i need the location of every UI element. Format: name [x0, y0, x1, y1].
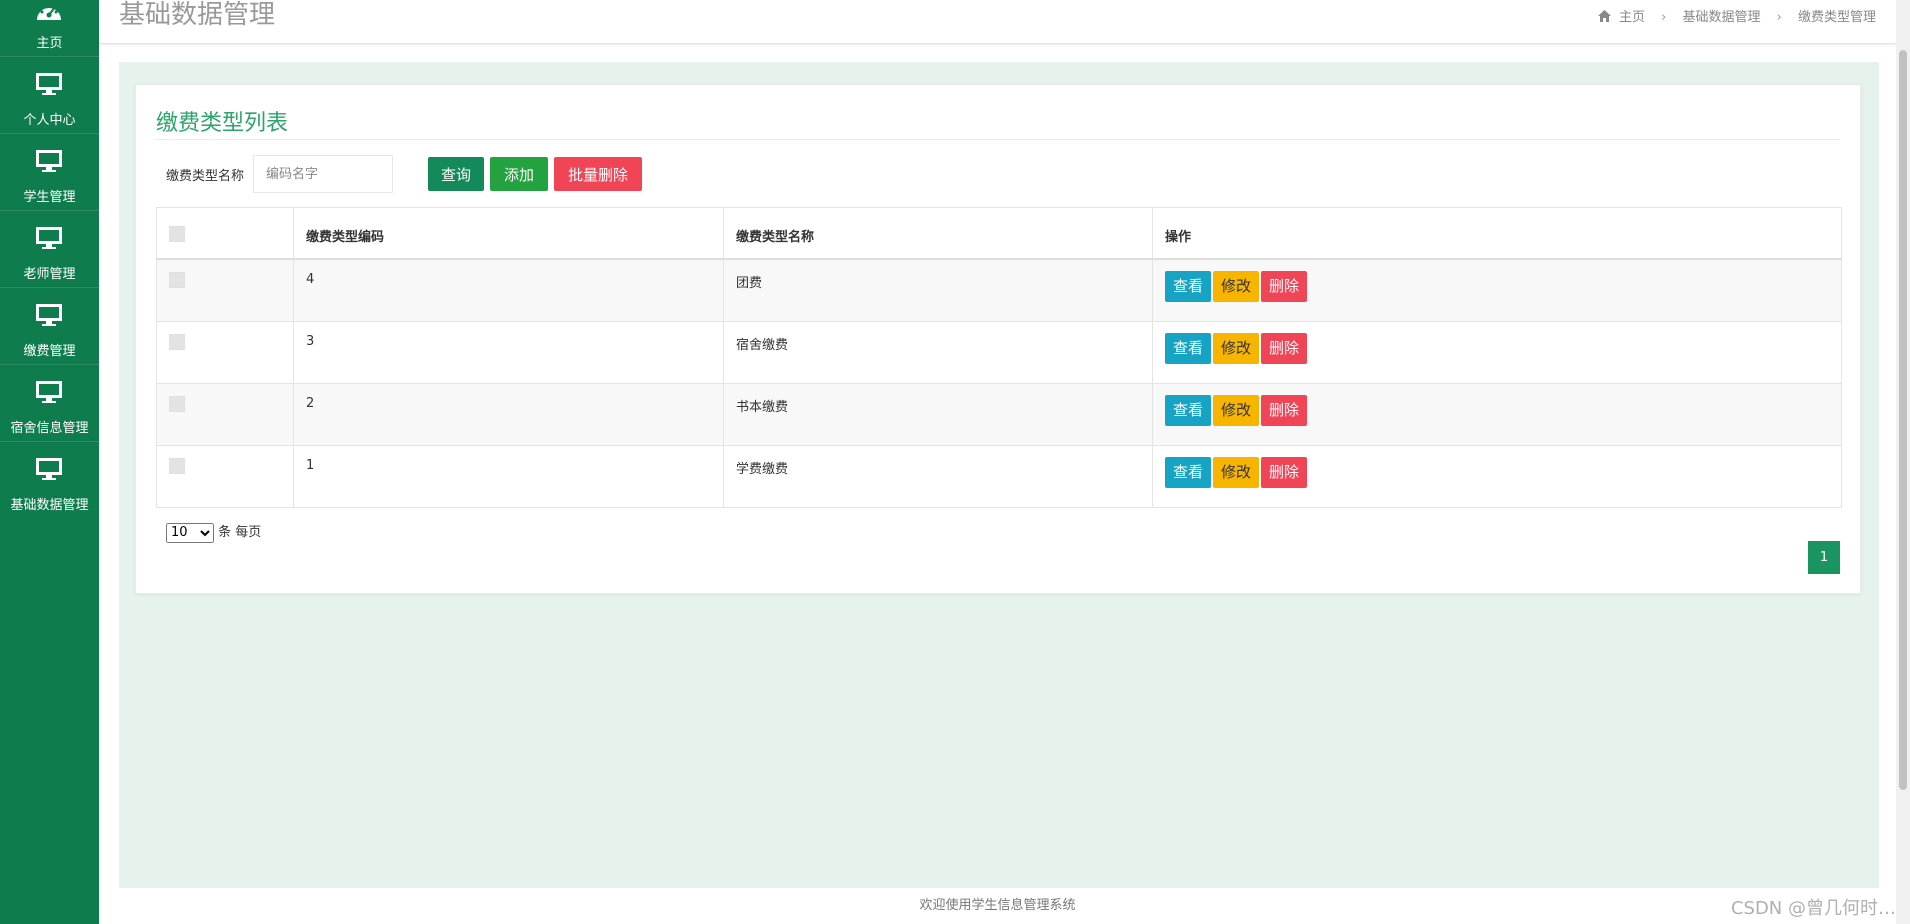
- sidebar-item-teachers[interactable]: 老师管理: [0, 211, 99, 287]
- breadcrumb-basic-data[interactable]: 基础数据管理: [1682, 6, 1760, 25]
- vertical-scrollbar[interactable]: [1896, 0, 1910, 924]
- table-row: 3 宿舍缴费 查看 修改 删除: [156, 320, 1842, 384]
- search-label: 缴费类型名称: [166, 169, 245, 184]
- dashboard-icon: [37, 4, 61, 20]
- chevron-right-icon: ›: [1661, 10, 1667, 25]
- select-all-header: [156, 207, 294, 260]
- row-checkbox[interactable]: [169, 333, 185, 350]
- sidebar-item-label: 学生管理: [23, 190, 76, 205]
- monitor-icon: [36, 73, 62, 95]
- sidebar-item-label: 老师管理: [23, 267, 76, 282]
- cell-name: 宿舍缴费: [723, 320, 1153, 384]
- delete-button[interactable]: 删除: [1261, 271, 1308, 302]
- cell-name: 书本缴费: [723, 382, 1153, 446]
- table-row: 1 学费缴费 查看 修改 删除: [156, 444, 1842, 508]
- sidebar-item-students[interactable]: 学生管理: [0, 134, 99, 210]
- column-header-code: 缴费类型编码: [293, 207, 724, 260]
- sidebar-item-label: 基础数据管理: [10, 498, 89, 513]
- sidebar-item-home[interactable]: 主页: [0, 0, 99, 51]
- cell-name: 团费: [723, 258, 1153, 322]
- sidebar-item-payments[interactable]: 缴费管理: [0, 288, 99, 364]
- divider: [156, 139, 1840, 140]
- table-row: 4 团费 查看 修改 删除: [156, 258, 1842, 322]
- list-card: 缴费类型列表 缴费类型名称 查询 添加 批量删除 缴费类型编码 缴费类型名称 操…: [135, 84, 1861, 594]
- sidebar-item-basic-data[interactable]: 基础数据管理: [0, 442, 99, 518]
- page-size-select[interactable]: 10: [166, 522, 214, 543]
- column-header-actions: 操作: [1152, 207, 1842, 260]
- delete-button[interactable]: 删除: [1261, 332, 1308, 364]
- chevron-right-icon: ›: [1776, 10, 1782, 25]
- cell-actions: 查看 修改 删除: [1152, 320, 1842, 384]
- csdn-watermark: CSDN @曾几何时…: [1730, 898, 1896, 919]
- cell-name: 学费缴费: [723, 444, 1153, 508]
- home-icon: [1597, 10, 1611, 22]
- sidebar-item-dormitory[interactable]: 宿舍信息管理: [0, 365, 99, 441]
- payment-type-table: 缴费类型编码 缴费类型名称 操作 4 团费 查看 修改 删除 3 宿舍缴费 查看…: [156, 207, 1842, 508]
- main-content: 缴费类型列表 缴费类型名称 查询 添加 批量删除 缴费类型编码 缴费类型名称 操…: [119, 62, 1879, 888]
- breadcrumb-current: 缴费类型管理: [1797, 10, 1876, 25]
- scrollbar-thumb[interactable]: [1899, 50, 1907, 790]
- cell-actions: 查看 修改 删除: [1152, 382, 1842, 446]
- table-row: 2 书本缴费 查看 修改 删除: [156, 382, 1842, 446]
- column-header-name: 缴费类型名称: [723, 207, 1153, 260]
- sidebar-item-profile[interactable]: 个人中心: [0, 57, 99, 133]
- page-number-button[interactable]: 1: [1808, 541, 1840, 574]
- monitor-icon: [36, 381, 62, 403]
- cell-code: 2: [293, 382, 724, 446]
- cell-code: 1: [293, 444, 724, 508]
- row-check-cell: [156, 258, 294, 322]
- delete-button[interactable]: 删除: [1261, 394, 1308, 426]
- footer: 欢迎使用学生信息管理系统: [99, 888, 1896, 924]
- monitor-icon: [36, 458, 62, 480]
- view-button[interactable]: 查看: [1165, 456, 1212, 488]
- row-checkbox[interactable]: [169, 272, 185, 288]
- query-button[interactable]: 查询: [428, 157, 484, 191]
- row-check-cell: [156, 382, 294, 446]
- card-title: 缴费类型列表: [156, 111, 289, 136]
- row-check-cell: [156, 320, 294, 384]
- cell-actions: 查看 修改 删除: [1152, 444, 1842, 508]
- edit-button[interactable]: 修改: [1213, 394, 1260, 426]
- row-check-cell: [156, 444, 294, 508]
- monitor-icon: [36, 304, 62, 326]
- edit-button[interactable]: 修改: [1213, 456, 1260, 488]
- search-input[interactable]: [253, 155, 393, 193]
- cell-code: 3: [293, 320, 724, 384]
- view-button[interactable]: 查看: [1165, 271, 1212, 302]
- sidebar-item-label: 主页: [36, 36, 63, 51]
- sidebar-item-label: 宿舍信息管理: [10, 421, 89, 436]
- page-title: 基础数据管理: [119, 0, 276, 30]
- breadcrumb-home[interactable]: 主页: [1619, 6, 1645, 25]
- select-all-checkbox[interactable]: [169, 226, 185, 242]
- cell-actions: 查看 修改 删除: [1152, 258, 1842, 322]
- add-button[interactable]: 添加: [490, 157, 548, 191]
- view-button[interactable]: 查看: [1165, 394, 1212, 426]
- monitor-icon: [36, 227, 62, 249]
- page-size-control: 10 条 每页: [166, 521, 261, 543]
- sidebar-item-label: 缴费管理: [23, 344, 76, 359]
- monitor-icon: [36, 150, 62, 172]
- row-checkbox[interactable]: [169, 457, 185, 474]
- page-size-suffix: 条 每页: [218, 525, 262, 540]
- table-header-row: 缴费类型编码 缴费类型名称 操作: [156, 207, 1842, 260]
- cell-code: 4: [293, 258, 724, 322]
- sidebar: 主页 个人中心 学生管理 老师管理 缴费管理 宿舍信息管理 基础数据管理: [0, 0, 99, 924]
- edit-button[interactable]: 修改: [1213, 332, 1260, 364]
- edit-button[interactable]: 修改: [1213, 271, 1260, 302]
- batch-delete-button[interactable]: 批量删除: [554, 157, 642, 191]
- top-header: 基础数据管理 主页 › 基础数据管理 › 缴费类型管理: [99, 0, 1896, 44]
- view-button[interactable]: 查看: [1165, 332, 1212, 364]
- row-checkbox[interactable]: [169, 395, 185, 412]
- delete-button[interactable]: 删除: [1261, 456, 1308, 488]
- breadcrumb: 主页 › 基础数据管理 › 缴费类型管理: [1597, 6, 1876, 25]
- sidebar-item-label: 个人中心: [23, 113, 76, 128]
